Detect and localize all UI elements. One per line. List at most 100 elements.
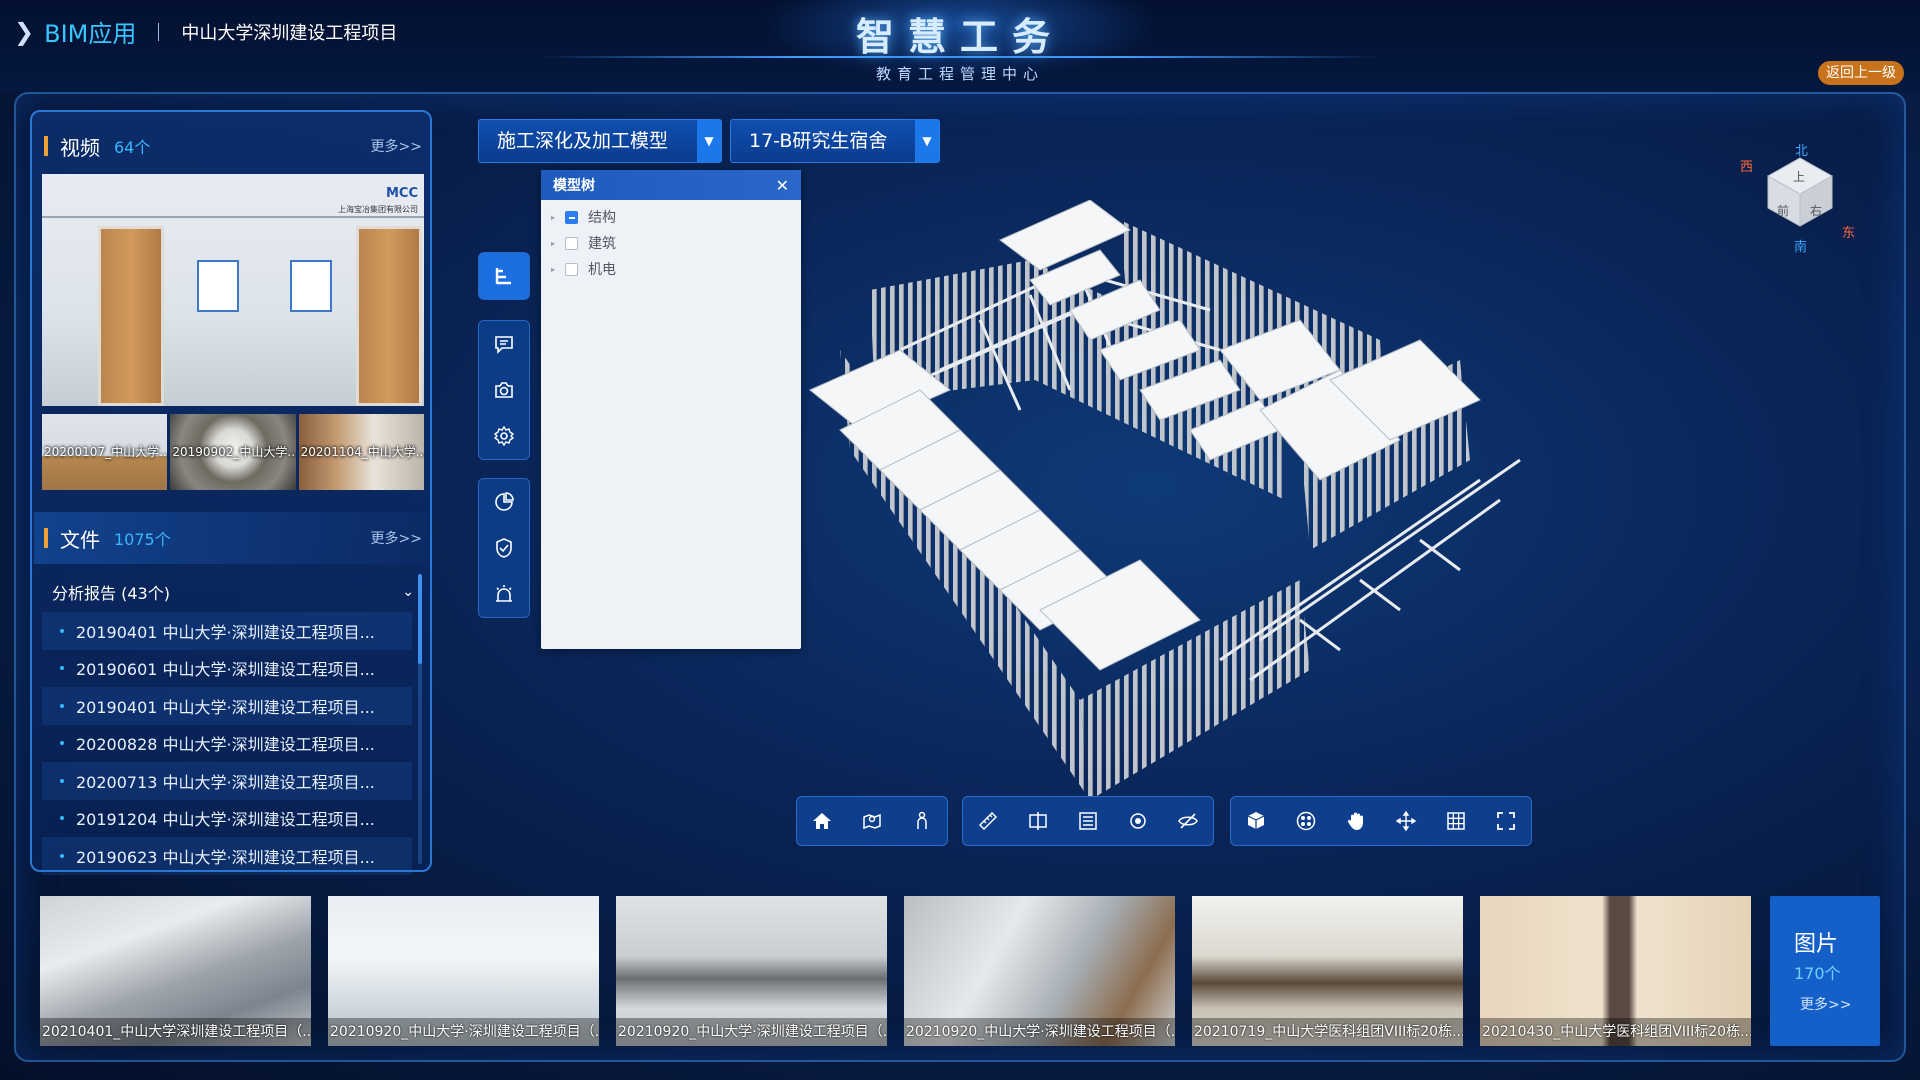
- door-image: [98, 226, 164, 406]
- focus-button[interactable]: [1113, 797, 1163, 845]
- ruler-icon: [978, 811, 998, 831]
- gallery-item[interactable]: 20210920_中山大学·深圳建设工程项目（...: [616, 896, 887, 1046]
- tree-checkbox[interactable]: [565, 236, 578, 250]
- section-marker: [44, 136, 48, 156]
- close-icon[interactable]: ✕: [776, 176, 789, 195]
- tree-node-architecture[interactable]: ▸ 建筑: [541, 230, 801, 256]
- cube-front-label: 前: [1777, 204, 1790, 218]
- file-name: 20190601 中山大学·深圳建设工程项目...: [76, 660, 375, 680]
- gallery-item-label: 20210719_中山大学医科组团VIII标20栋...: [1192, 1018, 1463, 1046]
- alarm-icon: [496, 585, 512, 602]
- settings-button[interactable]: [479, 413, 529, 459]
- chevron-right-icon: ❯: [14, 17, 35, 46]
- section-button[interactable]: [1013, 797, 1063, 845]
- home-icon: [813, 813, 831, 829]
- home-button[interactable]: [797, 797, 847, 845]
- app-title[interactable]: BIM应用: [44, 14, 136, 49]
- scrollbar-thumb[interactable]: [418, 574, 422, 664]
- fullscreen-button[interactable]: [1481, 797, 1531, 845]
- model-type-value: 施工深化及加工模型: [497, 130, 669, 152]
- model-button[interactable]: [1231, 797, 1281, 845]
- properties-button[interactable]: [1063, 797, 1113, 845]
- shield-icon: [496, 538, 512, 558]
- file-category[interactable]: 分析报告 (43个) ⌄: [42, 574, 424, 610]
- chart-button[interactable]: [479, 479, 529, 525]
- list-item[interactable]: 20200828 中山大学·深圳建设工程项目...: [42, 725, 412, 763]
- location-button[interactable]: [847, 797, 897, 845]
- tool-group-analysis: [478, 478, 530, 618]
- photo-gallery: 20210401_中山大学深圳建设工程项目（... 20210920_中山大学·…: [40, 896, 1760, 1046]
- list-item[interactable]: 20190401 中山大学·深圳建设工程项目...: [42, 687, 412, 725]
- person-button[interactable]: [897, 797, 947, 845]
- file-more-link[interactable]: 更多>>: [371, 528, 422, 548]
- grid-icon: [1447, 812, 1465, 830]
- brand: ❯ BIM应用 中山大学深圳建设工程项目: [14, 14, 397, 49]
- gallery-item[interactable]: 20210401_中山大学深圳建设工程项目（...: [40, 896, 311, 1046]
- tree-checkbox[interactable]: [565, 262, 578, 276]
- bim-model-viewport[interactable]: [780, 200, 1560, 870]
- bullet-icon: [60, 816, 64, 821]
- list-item[interactable]: 20190601 中山大学·深圳建设工程项目...: [42, 650, 412, 688]
- pictures-card[interactable]: 图片 170个 更多>>: [1770, 896, 1880, 1046]
- list-item[interactable]: 20190623 中山大学·深圳建设工程项目...: [42, 837, 412, 875]
- video-thumb-label: 20201104_中山大学...: [300, 445, 424, 459]
- rotate-button[interactable]: [1381, 797, 1431, 845]
- tree-checkbox[interactable]: [565, 210, 578, 224]
- map-pin-icon: [863, 813, 881, 830]
- back-button[interactable]: 返回上一级: [1818, 61, 1904, 85]
- pictures-more-link[interactable]: 更多>>: [1800, 994, 1880, 1014]
- gallery-item[interactable]: 20210920_中山大学·深圳建设工程项目（...: [904, 896, 1175, 1046]
- tree-button[interactable]: [479, 253, 529, 299]
- expand-icon[interactable]: ▸: [551, 213, 565, 222]
- gallery-item-label: 20210920_中山大学·深圳建设工程项目（...: [328, 1018, 599, 1046]
- expand-icon[interactable]: ▸: [551, 265, 565, 274]
- building-select[interactable]: 17-B研究生宿舍 ▼: [730, 119, 940, 163]
- gallery-item-label: 20210920_中山大学·深圳建设工程项目（...: [616, 1018, 887, 1046]
- component-button[interactable]: [1281, 797, 1331, 845]
- model-tree-header: 模型树 ✕: [541, 170, 801, 200]
- gallery-item-label: 20210430_中山大学医科组团VIII标20栋...: [1480, 1018, 1751, 1046]
- list-item[interactable]: 20200713 中山大学·深圳建设工程项目...: [42, 762, 412, 800]
- video-thumb[interactable]: 20200107_中山大学...: [42, 414, 168, 490]
- tree-icon: [495, 268, 511, 285]
- video-count: 64个: [114, 138, 151, 157]
- bullet-icon: [60, 778, 64, 783]
- video-more-link[interactable]: 更多>>: [371, 136, 422, 156]
- cube-top-label: 上: [1793, 170, 1806, 184]
- list-icon: [1079, 812, 1097, 830]
- bullet-icon: [60, 666, 64, 671]
- measure-button[interactable]: [963, 797, 1013, 845]
- hero-title: 智慧工务: [855, 15, 1064, 59]
- pan-button[interactable]: [1331, 797, 1381, 845]
- video-main-preview[interactable]: MCC 上海宝冶集团有限公司: [42, 174, 424, 406]
- model-type-select[interactable]: 施工深化及加工模型 ▼: [478, 119, 722, 163]
- comment-button[interactable]: [479, 321, 529, 367]
- view-cube[interactable]: 北 西 东 南 上 前 右: [1740, 140, 1860, 255]
- safety-button[interactable]: [479, 525, 529, 571]
- mcc-logo: MCC: [385, 186, 418, 201]
- grid-button[interactable]: [1431, 797, 1481, 845]
- gallery-item[interactable]: 20210430_中山大学医科组团VIII标20栋...: [1480, 896, 1751, 1046]
- list-item[interactable]: 20191204 中山大学·深圳建设工程项目...: [42, 800, 412, 838]
- video-thumb[interactable]: 20190902_中山大学...: [170, 414, 296, 490]
- person-icon: [917, 811, 927, 829]
- hide-button[interactable]: [1163, 797, 1213, 845]
- building-value: 17-B研究生宿舍: [749, 130, 888, 152]
- chevron-down-icon: ⌄: [402, 584, 414, 600]
- alarm-button[interactable]: [479, 571, 529, 617]
- compass-south: 南: [1794, 240, 1808, 255]
- gallery-item[interactable]: 20210920_中山大学·深圳建设工程项目（...: [328, 896, 599, 1046]
- video-thumb[interactable]: 20201104_中山大学...: [298, 414, 424, 490]
- fullscreen-icon: [1497, 812, 1515, 830]
- target-icon: [1130, 813, 1146, 829]
- tree-node-label: 机电: [588, 262, 616, 278]
- camera-button[interactable]: [479, 367, 529, 413]
- gallery-item[interactable]: 20210719_中山大学医科组团VIII标20栋...: [1192, 896, 1463, 1046]
- expand-icon[interactable]: ▸: [551, 239, 565, 248]
- tree-node-structure[interactable]: ▸ 结构: [541, 204, 801, 230]
- list-item[interactable]: 20190401 中山大学·深圳建设工程项目...: [42, 612, 412, 650]
- bullet-icon: [60, 741, 64, 746]
- tree-node-mep[interactable]: ▸ 机电: [541, 256, 801, 282]
- pictures-count: 170个: [1794, 964, 1841, 983]
- file-scrollbar[interactable]: [418, 574, 422, 864]
